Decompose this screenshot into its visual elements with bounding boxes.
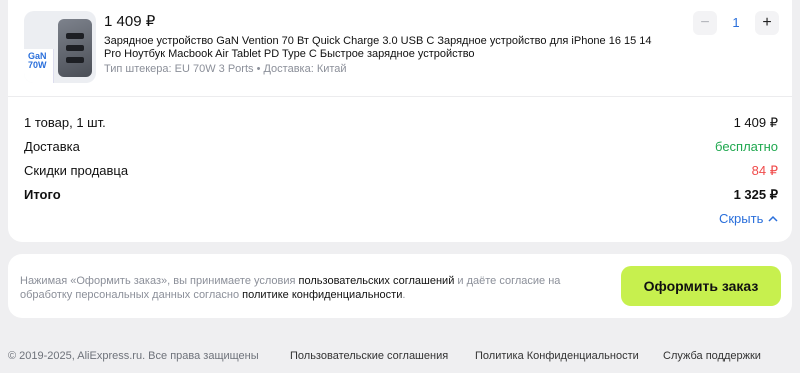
privacy-link[interactable]: политике конфиденциальности xyxy=(242,289,402,301)
summary-items-value: 1 409 ₽ xyxy=(733,115,778,130)
charger-image xyxy=(58,19,92,77)
summary-delivery-label: Доставка xyxy=(24,139,80,154)
summary-delivery-value: бесплатно xyxy=(715,139,778,154)
checkout-notice: Нажимая «Оформить заказ», вы принимаете … xyxy=(20,274,610,302)
divider xyxy=(8,96,792,97)
summary-total-label: Итого xyxy=(24,187,61,202)
quantity-decrease-button[interactable]: − xyxy=(693,11,717,35)
product-image[interactable]: GaN 70W xyxy=(24,11,96,83)
notice-text: Нажимая «Оформить заказ», вы принимаете … xyxy=(20,275,299,287)
gan-badge: GaN 70W xyxy=(24,49,54,83)
hide-summary-link[interactable]: Скрыть xyxy=(719,211,778,226)
chevron-up-icon xyxy=(768,215,778,222)
footer-copyright: © 2019-2025, AliExpress.ru. Все права за… xyxy=(8,350,259,362)
item-meta: Тип штекера: EU 70W 3 Ports • Доставка: … xyxy=(104,63,347,75)
summary-total-value: 1 325 ₽ xyxy=(733,187,778,202)
item-price: 1 409 ₽ xyxy=(104,13,156,30)
summary-items-label: 1 товар, 1 шт. xyxy=(24,115,106,130)
footer-link-terms[interactable]: Пользовательские соглашения xyxy=(290,350,448,362)
gan-badge-text: GaN 70W xyxy=(28,51,47,70)
place-order-button[interactable]: Оформить заказ xyxy=(621,266,781,306)
footer-link-support[interactable]: Служба поддержки xyxy=(663,350,761,362)
summary-discount-value: 84 ₽ xyxy=(751,163,778,178)
notice-text: . xyxy=(402,289,406,301)
hide-summary-label: Скрыть xyxy=(718,211,764,226)
terms-link[interactable]: пользовательских соглашений xyxy=(299,275,455,287)
item-title[interactable]: Зарядное устройство GaN Vention 70 Вт Qu… xyxy=(104,35,664,60)
summary-discount-label: Скидки продавца xyxy=(24,163,129,178)
quantity-value[interactable]: 1 xyxy=(729,15,743,30)
quantity-increase-button[interactable]: + xyxy=(755,11,779,35)
footer-link-privacy[interactable]: Политика Конфиденциальности xyxy=(475,350,639,362)
